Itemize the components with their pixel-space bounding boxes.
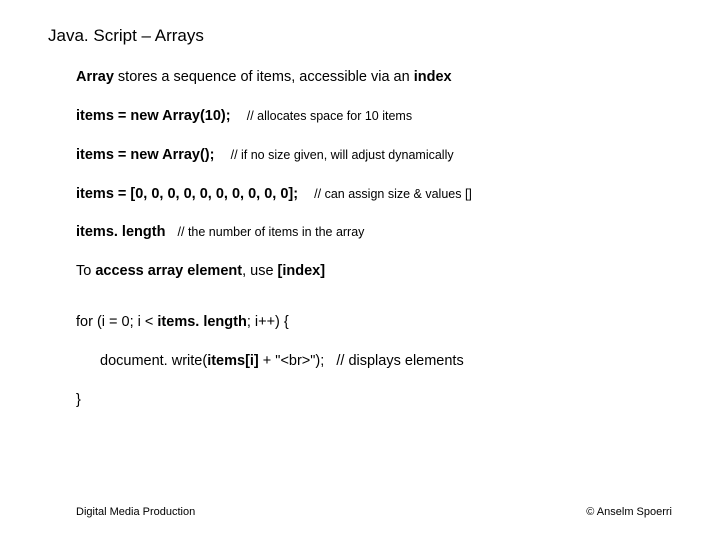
access-line: To access array element, use [index] [76,262,672,281]
t: items[i] [207,353,259,369]
comment: // the number of items in the array [178,225,365,239]
for-close: } [76,391,672,410]
t: , use [242,263,277,279]
footer-right: © Anselm Spoerri [586,506,672,518]
code-line: items = new Array(10); // allocates spac… [76,107,672,126]
comment: // can assign size & values [] [314,187,472,201]
t: Array [76,69,114,85]
footer-left: Digital Media Production [76,506,195,518]
slide-content: Array stores a sequence of items, access… [48,68,672,410]
t: [index] [278,263,326,279]
t: access array element [95,263,242,279]
t: index [414,69,452,85]
slide-title: Java. Script – Arrays [48,26,672,46]
t: + "<br>"); [259,353,325,369]
comment: // allocates space for 10 items [247,109,412,123]
t: stores a sequence of items, accessible v… [114,69,414,85]
for-open: for (i = 0; i < items. length; i++) { [76,313,672,332]
t: ; i++) { [247,314,289,330]
for-body: document. write(items[i] + "<br>"); // d… [76,352,672,371]
code-line: items = [0, 0, 0, 0, 0, 0, 0, 0, 0, 0]; … [76,185,672,204]
footer: Digital Media Production © Anselm Spoerr… [0,506,720,518]
code: items = new Array(); [76,147,214,163]
code: items = new Array(10); [76,108,231,124]
t: items. length [157,314,246,330]
t: for (i = 0; i < [76,314,157,330]
comment: // displays elements [336,353,463,369]
t: document. write( [100,353,207,369]
code: items. length [76,224,165,240]
code-line: items. length // the number of items in … [76,223,672,242]
intro-line: Array stores a sequence of items, access… [76,68,672,87]
code-line: items = new Array(); // if no size given… [76,146,672,165]
code: items = [0, 0, 0, 0, 0, 0, 0, 0, 0, 0]; [76,186,298,202]
comment: // if no size given, will adjust dynamic… [231,148,454,162]
t: To [76,263,95,279]
